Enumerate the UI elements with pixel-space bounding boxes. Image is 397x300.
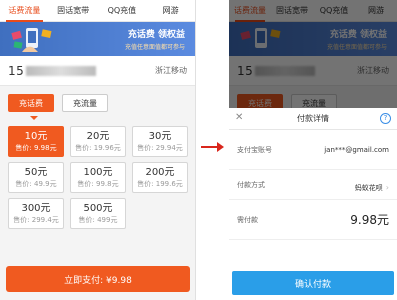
tab-traffic[interactable]: 充流量	[62, 94, 108, 112]
amount-price: 售价: 299.4元	[13, 216, 59, 224]
amount-value: 20元	[86, 131, 110, 142]
promo-banner[interactable]: 充话费 领权益 充值任意面值都可参与	[0, 22, 195, 56]
amount-price: 售价: 499元	[78, 216, 118, 224]
pay-now-button[interactable]: 立即支付: ¥9.98	[6, 266, 190, 292]
banner-title: 充话费 领权益	[127, 30, 185, 40]
amount-option[interactable]: 30元售价: 29.94元	[132, 126, 188, 157]
nav-tab-phone-data[interactable]: 话费流量	[0, 0, 49, 22]
account-label: 支付宝账号	[237, 145, 272, 154]
amount-value: 200元	[145, 167, 175, 178]
amount-value: 100元	[83, 167, 113, 178]
phone-number-prefix: 15	[8, 63, 25, 78]
amount-value: 50元	[24, 167, 48, 178]
amount-due-row: 需付款 9.98元	[229, 200, 397, 240]
recharge-screen: 话费流量 固话宽带 QQ充值 网游 充话费 领权益 充值任意面值都可参与 15	[0, 0, 196, 300]
top-nav: 话费流量 固话宽带 QQ充值 网游	[0, 0, 195, 22]
sheet-title: 付款详情	[297, 114, 329, 123]
nav-tab-qq[interactable]: QQ充值	[98, 0, 147, 22]
amount-value: 300元	[21, 203, 51, 214]
nav-tab-games[interactable]: 网游	[146, 0, 195, 22]
tab-recharge[interactable]: 充话费	[8, 94, 54, 112]
payment-method-value: 蚂蚁花呗	[354, 184, 383, 192]
phone-number-row[interactable]: 15 浙江移动	[0, 56, 195, 86]
chevron-right-icon: ›	[385, 183, 389, 192]
amount-price: 售价: 9.98元	[15, 144, 57, 152]
amount-option[interactable]: 300元售价: 299.4元	[8, 198, 64, 229]
amount-price: 售价: 199.6元	[137, 180, 183, 188]
amount-value: 500元	[83, 203, 113, 214]
banner-subtitle: 充值任意面值都可参与	[124, 44, 185, 51]
account-value: jan***@gmail.com	[324, 145, 389, 154]
phone-number: 15	[8, 63, 97, 78]
payment-screen: 话费流量 固话宽带 QQ充值 网游 充话费 领权益 充值任意面值都可参与 15 …	[229, 0, 397, 300]
nav-tab-broadband[interactable]: 固话宽带	[49, 0, 98, 22]
hand-phone-icon	[11, 28, 52, 52]
recharge-type-tabs: 充话费 充流量	[0, 86, 195, 116]
amount-price: 售价: 99.8元	[77, 180, 119, 188]
amount-due-label: 需付款	[237, 215, 258, 224]
amount-price: 售价: 29.94元	[137, 144, 183, 152]
payment-method-label: 付款方式	[237, 180, 265, 189]
amount-option[interactable]: 500元售价: 499元	[70, 198, 126, 229]
payment-method-value-wrap: 蚂蚁花呗 ›	[355, 175, 389, 194]
account-row: 支付宝账号 jan***@gmail.com	[229, 130, 397, 170]
amount-price: 售价: 19.96元	[75, 144, 121, 152]
help-icon[interactable]: ?	[380, 113, 391, 124]
amount-value: 30元	[148, 131, 172, 142]
arrow-right-icon	[201, 142, 224, 152]
amount-grid: 10元售价: 9.98元 20元售价: 19.96元 30元售价: 29.94元…	[0, 120, 195, 229]
phone-number-blurred	[26, 66, 97, 76]
amount-option[interactable]: 50元售价: 49.9元	[8, 162, 64, 193]
amount-option[interactable]: 10元售价: 9.98元	[8, 126, 64, 157]
amount-option[interactable]: 100元售价: 99.8元	[70, 162, 126, 193]
screenshot-root: 话费流量 固话宽带 QQ充值 网游 充话费 领权益 充值任意面值都可参与 15	[0, 0, 397, 300]
sheet-header: ✕ 付款详情 ?	[229, 108, 397, 130]
banner-text: 充话费 领权益 充值任意面值都可参与	[125, 27, 185, 51]
amount-due-value: 9.98元	[350, 213, 389, 227]
confirm-payment-button[interactable]: 确认付款	[232, 271, 394, 295]
carrier-label: 浙江移动	[155, 66, 187, 75]
amount-value: 10元	[24, 131, 48, 142]
amount-option[interactable]: 20元售价: 19.96元	[70, 126, 126, 157]
close-icon[interactable]: ✕	[235, 112, 243, 123]
payment-method-row[interactable]: 付款方式 蚂蚁花呗 ›	[229, 170, 397, 200]
amount-option[interactable]: 200元售价: 199.6元	[132, 162, 188, 193]
payment-sheet: ✕ 付款详情 ? 支付宝账号 jan***@gmail.com 付款方式 蚂蚁花…	[229, 108, 397, 300]
amount-price: 售价: 49.9元	[15, 180, 57, 188]
